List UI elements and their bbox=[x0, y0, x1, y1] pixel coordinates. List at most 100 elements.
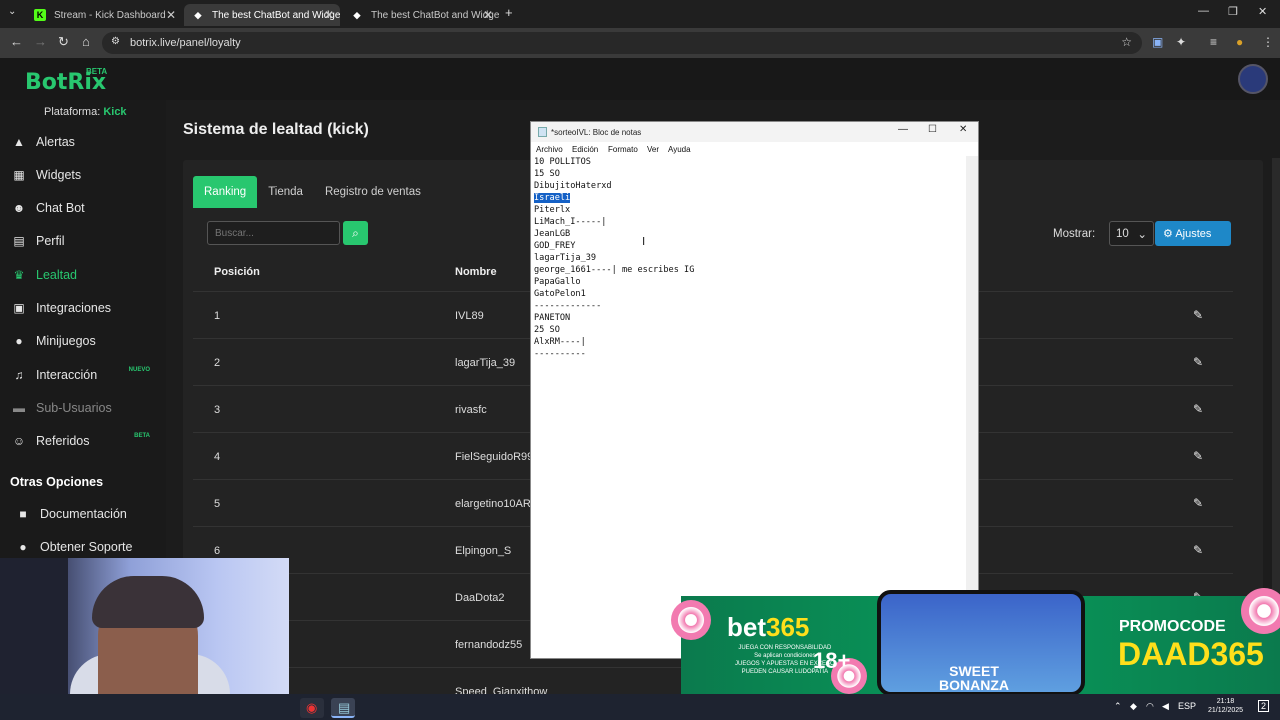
sidebar-item-label: Perfil bbox=[36, 234, 65, 248]
profile-icon[interactable]: ● bbox=[1236, 35, 1243, 49]
plug-icon: ▣ bbox=[13, 301, 25, 315]
page-scrollbar[interactable] bbox=[1272, 158, 1280, 658]
tab-ranking[interactable]: Ranking bbox=[193, 176, 258, 208]
sidebar-item-widgets[interactable]: ▦ Widgets bbox=[10, 163, 160, 187]
tab-search-icon[interactable]: ⌄ bbox=[8, 6, 16, 17]
menu-archivo[interactable]: Archivo bbox=[536, 145, 563, 154]
tab-botrix[interactable]: ◆ The best ChatBot and Widgets ✕ bbox=[343, 4, 499, 26]
tray-app-icon[interactable]: ◆ bbox=[1130, 701, 1137, 712]
sidebar-item-subusuarios[interactable]: ▬ Sub-Usuarios bbox=[10, 396, 160, 420]
maximize-icon[interactable]: ❐ bbox=[1228, 5, 1238, 18]
taskbar-app-obs[interactable]: ◉ bbox=[300, 698, 324, 718]
translate-icon[interactable]: ▣ bbox=[1152, 35, 1163, 49]
pencil-icon[interactable]: ✎ bbox=[1193, 308, 1203, 322]
new-tab-icon[interactable]: + bbox=[505, 5, 513, 20]
minimize-icon[interactable]: — bbox=[1198, 5, 1209, 17]
url-field[interactable]: ⚙ botrix.live/panel/loyalty ☆ bbox=[102, 32, 1142, 54]
search-button[interactable]: ⌕ bbox=[343, 221, 368, 245]
notification-badge[interactable]: 2 bbox=[1258, 700, 1270, 712]
media-icon[interactable]: ≡ bbox=[1210, 35, 1217, 49]
search-icon: ⌕ bbox=[352, 226, 359, 240]
forward-icon[interactable]: → bbox=[34, 34, 47, 49]
row-position: 6 bbox=[214, 545, 221, 557]
bookmark-star-icon[interactable]: ☆ bbox=[1121, 35, 1132, 49]
row-name: elargetino10AR0 bbox=[455, 498, 537, 510]
taskbar-app-notepad[interactable]: ▤ bbox=[331, 698, 355, 718]
pencil-icon[interactable]: ✎ bbox=[1193, 496, 1203, 510]
sidebar-item-alertas[interactable]: ▲ Alertas bbox=[10, 130, 160, 154]
row-name: rivasfc bbox=[455, 404, 487, 416]
clock-date: 21/12/2025 bbox=[1208, 707, 1244, 714]
menu-formato[interactable]: Formato bbox=[608, 145, 638, 154]
column-header-nombre[interactable]: Nombre bbox=[455, 266, 497, 278]
pencil-icon[interactable]: ✎ bbox=[1193, 355, 1203, 369]
sidebar-item-interaccion[interactable]: ♫ Interacción NUEVO bbox=[10, 363, 160, 387]
tab-botrix-active[interactable]: ◆ The best ChatBot and Widgets ✕ bbox=[184, 4, 340, 26]
support-icon: ● bbox=[19, 540, 27, 554]
taskbar-clock[interactable]: 21:18 21/12/2025 bbox=[1208, 697, 1243, 715]
lang-indicator[interactable]: ESP bbox=[1178, 701, 1196, 711]
notepad-line-text: 25 SO bbox=[534, 325, 560, 335]
pencil-icon[interactable]: ✎ bbox=[1193, 543, 1203, 557]
tray-chevron-icon[interactable]: ⌃ bbox=[1114, 701, 1122, 712]
extensions-icon[interactable]: ✦ bbox=[1176, 35, 1186, 49]
notepad-line: JeanLGB bbox=[534, 228, 964, 240]
row-name: IVL89 bbox=[455, 310, 484, 322]
menu-ayuda[interactable]: Ayuda bbox=[668, 145, 691, 154]
close-window-icon[interactable]: ✕ bbox=[1258, 5, 1267, 18]
tab-kick-dashboard[interactable]: K Stream - Kick Dashboard ✕ bbox=[26, 4, 182, 26]
close-icon[interactable]: ✕ bbox=[166, 8, 176, 22]
sidebar-item-label: Widgets bbox=[36, 168, 82, 182]
candy-decoration bbox=[671, 600, 711, 640]
notepad-line: Israeli bbox=[534, 192, 964, 204]
menu-ver[interactable]: Ver bbox=[647, 145, 659, 154]
menu-icon[interactable]: ⋮ bbox=[1262, 35, 1274, 49]
sidebar-item-referidos[interactable]: ☺ Referidos BETA bbox=[10, 429, 160, 453]
home-icon[interactable]: ⌂ bbox=[82, 34, 90, 49]
notepad-line-text: DibujitoHaterxd bbox=[534, 181, 612, 191]
platform-indicator: Plataforma: Kick bbox=[44, 106, 127, 118]
sidebar-item-perfil[interactable]: ▤ Perfil bbox=[10, 229, 160, 253]
platform-label: Plataforma: bbox=[44, 106, 101, 118]
app-topbar: BotRix BETA bbox=[0, 58, 1280, 100]
ajustes-button[interactable]: ⚙ Ajustes bbox=[1155, 221, 1231, 246]
maximize-icon[interactable]: ☐ bbox=[928, 124, 937, 135]
sidebar-item-minijuegos[interactable]: ● Minijuegos bbox=[10, 329, 160, 353]
sidebar-item-chatbot[interactable]: ☻ Chat Bot bbox=[10, 196, 160, 220]
minimize-icon[interactable]: — bbox=[898, 124, 908, 135]
close-icon[interactable]: ✕ bbox=[483, 8, 493, 22]
notepad-text-area[interactable]: 10 POLLITOS 15 SO DibujitoHaterxd Israeli Pi… bbox=[534, 156, 964, 646]
ad-banner[interactable]: bet365 JUEGA CON RESPONSABILIDAD Se aplic… bbox=[671, 588, 1280, 706]
user-avatar[interactable] bbox=[1238, 64, 1268, 94]
pencil-icon[interactable]: ✎ bbox=[1193, 449, 1203, 463]
notepad-titlebar[interactable]: *sorteoIVL: Bloc de notas — ☐ ✕ bbox=[531, 122, 978, 142]
search-input[interactable] bbox=[207, 221, 340, 245]
sidebar-item-soporte[interactable]: ● Obtener Soporte bbox=[14, 535, 164, 559]
ad-brand-a: bet bbox=[727, 612, 766, 642]
sidebar-item-lealtad[interactable]: ♛ Lealtad bbox=[10, 263, 160, 287]
reload-icon[interactable]: ↻ bbox=[58, 34, 69, 50]
notepad-line: AlxRM----| bbox=[534, 336, 964, 348]
notepad-scrollbar[interactable] bbox=[966, 156, 978, 646]
close-icon[interactable]: ✕ bbox=[324, 8, 334, 22]
tab-registro-ventas[interactable]: Registro de ventas bbox=[314, 176, 432, 208]
notepad-line: GatoPelon1 bbox=[534, 288, 964, 300]
sidebar-item-label: Documentación bbox=[40, 507, 127, 521]
site-info-icon[interactable]: ⚙ bbox=[111, 36, 120, 47]
column-header-posicion[interactable]: Posición bbox=[214, 266, 260, 278]
notepad-line: 15 SO bbox=[534, 168, 964, 180]
wifi-icon[interactable]: ◠ bbox=[1146, 701, 1154, 712]
volume-icon[interactable]: ◀ bbox=[1162, 701, 1169, 712]
ad-brand: bet365 bbox=[727, 612, 809, 643]
pencil-icon[interactable]: ✎ bbox=[1193, 402, 1203, 416]
sidebar-item-label: Sub-Usuarios bbox=[36, 401, 112, 415]
sidebar-item-documentacion[interactable]: ■ Documentación bbox=[14, 502, 164, 526]
sidebar-item-integraciones[interactable]: ▣ Integraciones bbox=[10, 296, 160, 320]
ad-text-line: SWEET bbox=[949, 663, 999, 679]
tab-tienda[interactable]: Tienda bbox=[257, 176, 314, 208]
notepad-line-text: george_1661----| me escribes IG bbox=[534, 265, 695, 275]
back-icon[interactable]: ← bbox=[10, 34, 23, 49]
page-size-select[interactable]: 10 ⌄ bbox=[1109, 221, 1154, 246]
close-icon[interactable]: ✕ bbox=[959, 124, 967, 135]
menu-edicion[interactable]: Edición bbox=[572, 145, 598, 154]
